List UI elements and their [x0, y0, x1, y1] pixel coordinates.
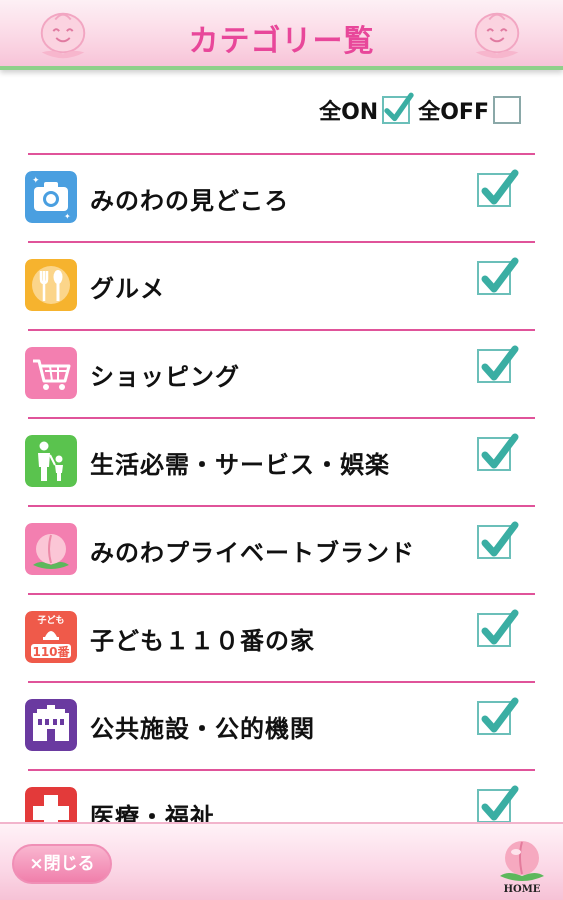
all-off-label: 全OFF	[418, 100, 489, 125]
category-label: みのわプライベートブランド	[90, 539, 415, 567]
child-110-icon: 子ども 110番	[25, 611, 77, 663]
category-label: みのわの見どころ	[90, 187, 290, 215]
peach-mascot-icon	[474, 12, 520, 59]
category-label: グルメ	[90, 275, 165, 303]
all-off-checkbox[interactable]	[493, 96, 521, 124]
checkmark-icon	[481, 345, 519, 381]
category-checkbox[interactable]	[477, 785, 519, 823]
checkmark-icon	[481, 257, 519, 293]
footer-bar: ×閉じる HOME	[0, 822, 563, 900]
category-row[interactable]: 子ども 110番 子ども１１０番の家	[25, 593, 535, 681]
all-on-toggle[interactable]: 全ON	[319, 92, 414, 126]
close-button[interactable]: ×閉じる	[12, 844, 112, 884]
category-row[interactable]: 公共施設・公的機関	[25, 681, 535, 769]
all-on-checkbox[interactable]	[382, 92, 414, 124]
checkmark-icon	[481, 785, 519, 821]
category-row[interactable]: ✦ ✦ みのわの見どころ	[25, 153, 535, 241]
category-checkbox[interactable]	[477, 697, 519, 735]
fork-spoon-icon	[25, 259, 77, 311]
public-building-icon	[25, 699, 77, 751]
category-checkbox[interactable]	[477, 609, 519, 647]
all-off-toggle[interactable]: 全OFF	[418, 94, 521, 126]
category-row[interactable]: 生活必需・サービス・娯楽	[25, 417, 535, 505]
checkmark-icon	[481, 609, 519, 645]
category-checkbox[interactable]	[477, 345, 519, 383]
category-checkbox[interactable]	[477, 257, 519, 295]
checkmark-icon	[384, 92, 414, 122]
peach-icon	[25, 523, 77, 575]
checkmark-icon	[481, 521, 519, 557]
peach-icon	[500, 841, 544, 881]
svg-text:✦: ✦	[64, 212, 71, 221]
checkmark-icon	[481, 169, 519, 205]
category-row[interactable]: みのわプライベートブランド	[25, 505, 535, 593]
category-checkbox[interactable]	[477, 521, 519, 559]
all-toggle-row: 全ON 全OFF	[319, 92, 521, 128]
svg-text:子ども: 子ども	[37, 614, 64, 626]
category-checkbox[interactable]	[477, 169, 519, 207]
svg-text:110番: 110番	[32, 644, 70, 659]
category-list: ✦ ✦ みのわの見どころ グルメ ショッピング 生活必需・サービス・娯楽 みのわプライベート…	[0, 153, 563, 857]
shopping-cart-icon	[25, 347, 77, 399]
header-bar: カテゴリー覧	[0, 0, 563, 70]
home-button[interactable]: HOME	[494, 836, 550, 898]
camera-icon: ✦ ✦	[25, 171, 77, 223]
svg-text:✦: ✦	[32, 176, 40, 186]
category-row[interactable]: グルメ	[25, 241, 535, 329]
checkmark-icon	[481, 697, 519, 733]
category-row[interactable]: ショッピング	[25, 329, 535, 417]
category-label: 生活必需・サービス・娯楽	[90, 451, 390, 479]
home-label: HOME	[503, 884, 541, 895]
category-label: 子ども１１０番の家	[90, 627, 315, 655]
checkmark-icon	[481, 433, 519, 469]
all-on-label: 全ON	[319, 100, 379, 125]
category-checkbox[interactable]	[477, 433, 519, 471]
family-icon	[25, 435, 77, 487]
category-label: 公共施設・公的機関	[90, 715, 315, 743]
category-label: ショッピング	[90, 363, 240, 391]
